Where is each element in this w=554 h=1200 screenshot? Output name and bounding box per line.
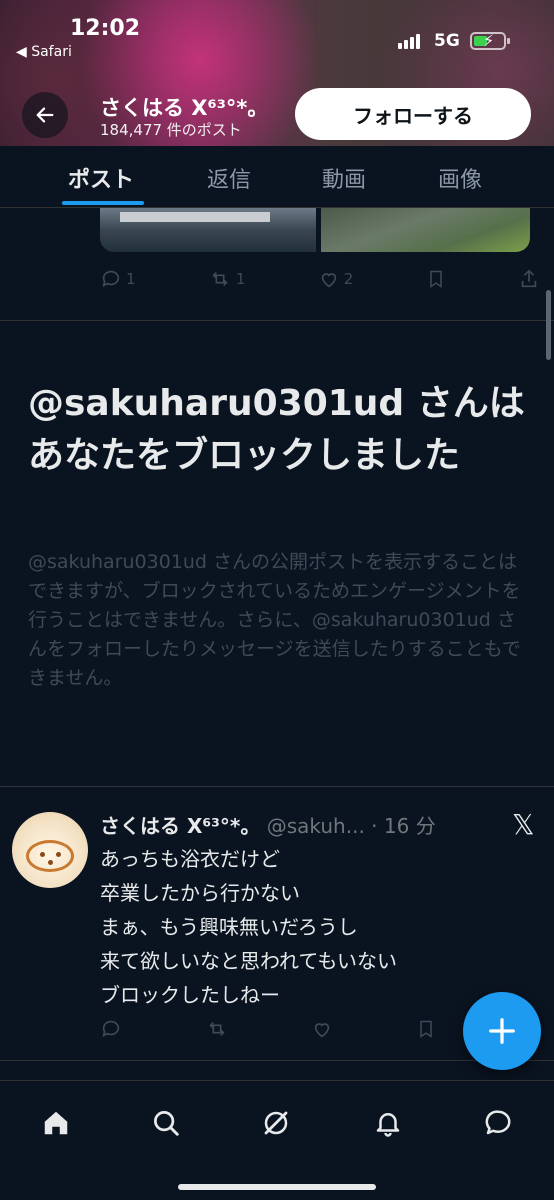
tweet-line: 来て欲しいなと思われてもいない bbox=[100, 949, 397, 973]
network-label: 5G bbox=[434, 31, 460, 51]
bookmark-button[interactable] bbox=[426, 268, 446, 290]
divider bbox=[0, 1060, 554, 1061]
bookmark-icon bbox=[419, 1020, 432, 1038]
back-button[interactable] bbox=[22, 92, 68, 138]
reply-icon bbox=[102, 1020, 120, 1037]
heart-icon bbox=[314, 1023, 330, 1038]
bottom-navigation bbox=[0, 1080, 554, 1200]
bookmark-button[interactable] bbox=[416, 1018, 436, 1040]
post-count: 184,477 件のポスト bbox=[100, 121, 242, 139]
tab-images[interactable]: 画像 bbox=[438, 162, 482, 194]
status-bar: 12:02 ◀ Safari 5G ⚡ bbox=[0, 0, 554, 66]
x-logo-icon: 𝕏 bbox=[512, 808, 535, 841]
battery-icon: ⚡ bbox=[470, 31, 510, 50]
nav-home[interactable] bbox=[34, 1101, 78, 1145]
share-icon bbox=[521, 269, 537, 288]
previous-post-actions: 1 1 2 bbox=[100, 266, 540, 292]
avatar[interactable] bbox=[12, 812, 88, 888]
repost-button[interactable] bbox=[205, 1018, 229, 1040]
signal-icon bbox=[398, 34, 420, 49]
like-button[interactable] bbox=[311, 1018, 333, 1040]
reply-button[interactable] bbox=[100, 1018, 122, 1040]
search-icon bbox=[154, 1111, 179, 1136]
reply-count: 1 bbox=[126, 270, 136, 288]
profile-name: さくはる X⁶³°*。 bbox=[100, 96, 269, 120]
blocked-notice-title: @sakuharu0301ud さんはあなたをブロックしました bbox=[28, 383, 525, 476]
share-button[interactable] bbox=[518, 268, 540, 290]
tweet-header: さくはる X⁶³°*。 @sakuh... · 16 分 bbox=[100, 810, 460, 840]
nav-notifications[interactable] bbox=[366, 1101, 410, 1145]
like-count: 2 bbox=[343, 270, 354, 288]
arrow-left-icon bbox=[36, 107, 54, 123]
back-to-safari-link[interactable]: ◀ Safari bbox=[16, 44, 72, 60]
tweet-author-handle[interactable]: @sakuh... bbox=[267, 814, 365, 838]
previous-post-images[interactable] bbox=[100, 208, 530, 252]
messages-icon bbox=[485, 1110, 511, 1135]
tweet-text[interactable]: あっちも浴衣だけど 卒業したから行かない まぁ、もう興味無いだろうし 来て欲しい… bbox=[100, 842, 520, 1012]
repost-button[interactable]: 1 bbox=[208, 268, 246, 290]
notifications-icon bbox=[376, 1113, 400, 1137]
tab-videos[interactable]: 動画 bbox=[322, 162, 366, 194]
status-time: 12:02 bbox=[70, 16, 141, 41]
compose-post-button[interactable] bbox=[463, 992, 541, 1070]
plus-icon bbox=[489, 1018, 515, 1044]
tweet-author-name[interactable]: さくはる X⁶³°*。 bbox=[100, 814, 260, 838]
heart-icon bbox=[321, 273, 336, 288]
reply-button[interactable]: 1 bbox=[100, 268, 136, 290]
home-indicator[interactable] bbox=[178, 1184, 376, 1190]
tweet-line: あっちも浴衣だけど bbox=[100, 847, 280, 871]
post-image[interactable] bbox=[100, 208, 316, 252]
grok-icon bbox=[264, 1111, 288, 1135]
repost-icon bbox=[208, 1021, 225, 1037]
divider bbox=[0, 320, 554, 321]
nav-messages[interactable] bbox=[476, 1101, 520, 1145]
bookmark-icon bbox=[429, 270, 442, 288]
tweet-line: 卒業したから行かない bbox=[100, 881, 300, 905]
profile-tabs: ポスト 返信 動画 画像 bbox=[0, 146, 554, 208]
tweet-line: まぁ、もう興味無いだろうし bbox=[100, 915, 358, 939]
nav-grok[interactable] bbox=[254, 1101, 298, 1145]
nav-search[interactable] bbox=[144, 1101, 188, 1145]
tab-posts[interactable]: ポスト bbox=[68, 162, 134, 194]
repost-count: 1 bbox=[235, 270, 246, 288]
tab-replies[interactable]: 返信 bbox=[207, 162, 251, 194]
like-button[interactable]: 2 bbox=[318, 268, 354, 290]
blocked-notice-description: @sakuharu0301ud さんの公開ポストを表示することはできますが、ブロ… bbox=[28, 551, 521, 689]
scrollbar[interactable] bbox=[546, 290, 551, 360]
active-tab-indicator bbox=[62, 201, 144, 205]
tweet-line: ブロックしたしねー bbox=[100, 983, 280, 1007]
follow-button[interactable]: フォローする bbox=[295, 88, 531, 140]
tweet-time: · 16 分 bbox=[371, 814, 436, 838]
reply-icon bbox=[102, 270, 120, 287]
home-icon bbox=[44, 1111, 68, 1135]
repost-icon bbox=[212, 271, 228, 287]
divider bbox=[0, 786, 554, 787]
post-image[interactable] bbox=[321, 208, 530, 252]
